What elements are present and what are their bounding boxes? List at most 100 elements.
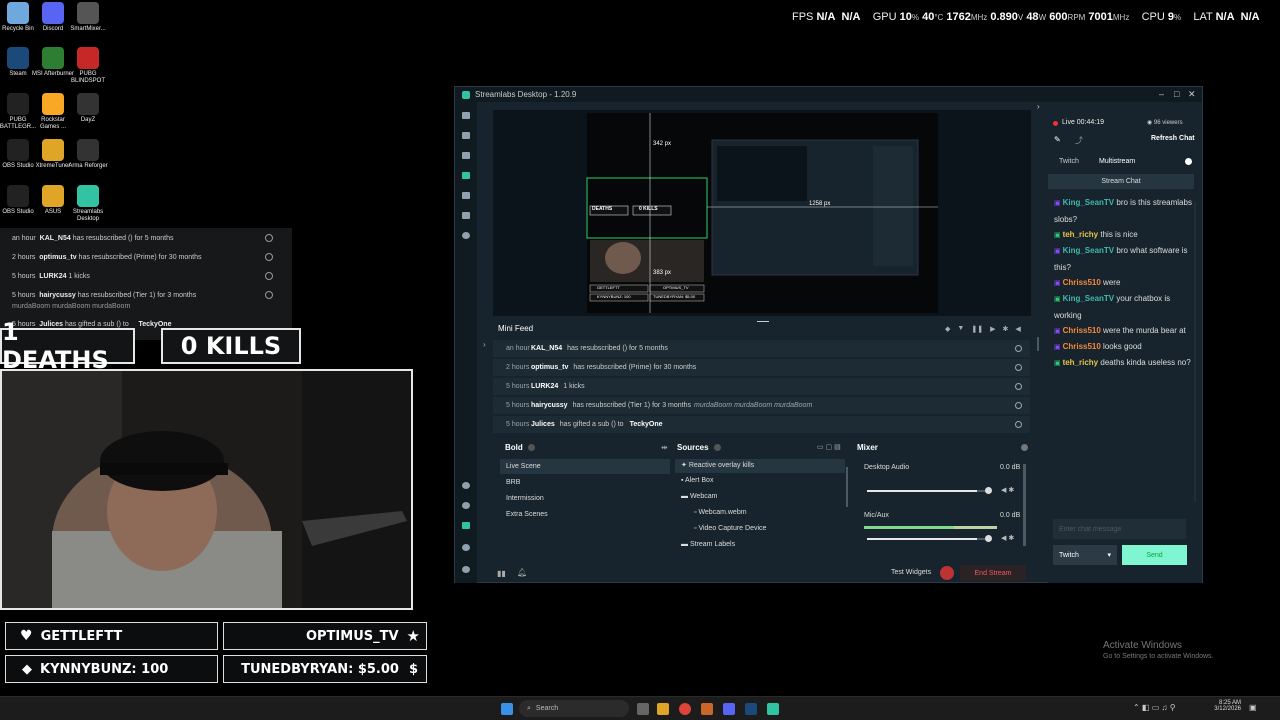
mixer-controls-icon[interactable]: ◀ ✱ xyxy=(1001,534,1014,542)
nav-settings-icon[interactable] xyxy=(462,544,470,551)
replay-icon[interactable] xyxy=(1015,402,1022,409)
volume-slider-knob[interactable] xyxy=(985,535,992,542)
source-tools-icon[interactable]: ▭ ▢ ▤ xyxy=(817,443,841,451)
replay-icon[interactable] xyxy=(1015,364,1022,371)
source-item[interactable]: ▬ Stream Labels xyxy=(681,541,735,548)
chat-username[interactable]: King_SeanTV xyxy=(1063,198,1115,207)
scene-item[interactable]: Intermission xyxy=(500,491,670,506)
sources-scrollbar[interactable] xyxy=(846,467,848,507)
source-item[interactable]: ▫ Webcam.webm xyxy=(694,509,747,516)
nav-profile-icon[interactable] xyxy=(462,566,470,573)
refresh-chat-button[interactable]: Refresh Chat xyxy=(1151,135,1195,142)
chrome-icon[interactable] xyxy=(679,703,691,715)
share-icon[interactable]: ⤴ xyxy=(1075,135,1083,146)
desktop-icon[interactable]: PUBG BLINDSPOT xyxy=(66,47,110,85)
stream-preview[interactable]: 342 px 1258 px 383 px DEATHS 0 KILLS GET… xyxy=(493,110,1031,316)
source-item[interactable]: ▪ Alert Box xyxy=(681,477,713,484)
mini-feed-row[interactable]: 5 hours hairycussy has resubscribed (Tier … xyxy=(493,397,1030,414)
edit-icon[interactable]: ✎ xyxy=(1054,135,1061,144)
mini-feed-row[interactable]: 5 hours Julices has gifted a sub () to Teck… xyxy=(493,416,1030,433)
source-item[interactable]: ▬ Webcam xyxy=(681,493,717,500)
chat-input[interactable]: Enter chat message xyxy=(1053,519,1186,539)
record-icon[interactable] xyxy=(940,566,954,580)
chevron-right-icon[interactable]: › xyxy=(1037,102,1040,111)
nav-highlighter-icon[interactable] xyxy=(462,232,470,239)
window-title: Streamlabs Desktop - 1.20.9 xyxy=(475,90,577,99)
volume-icon[interactable]: ◀ xyxy=(1015,325,1020,333)
minimize-icon[interactable]: – xyxy=(1159,89,1164,99)
chat-username[interactable]: Chriss510 xyxy=(1063,342,1101,351)
end-stream-button[interactable]: End Stream xyxy=(960,565,1026,581)
chat-username[interactable]: teh_richy xyxy=(1063,358,1099,367)
notification-bell-icon[interactable]: ▣ xyxy=(1249,703,1257,712)
scene-item[interactable]: BRB xyxy=(500,475,670,490)
app-icon[interactable] xyxy=(701,703,713,715)
chat-username[interactable]: teh_richy xyxy=(1063,230,1099,239)
nav-ultra-icon[interactable] xyxy=(462,522,470,529)
feed-scrollbar[interactable] xyxy=(1037,337,1039,351)
test-widgets-button[interactable]: Test Widgets xyxy=(891,569,931,576)
replay-icon[interactable] xyxy=(1015,383,1022,390)
nav-apps-icon[interactable] xyxy=(462,212,470,219)
discord-icon[interactable] xyxy=(723,703,735,715)
streamlabs-window[interactable]: Streamlabs Desktop - 1.20.9 – □ ✕ 342 px… xyxy=(454,86,1203,583)
volume-slider-knob[interactable] xyxy=(985,487,992,494)
maximize-icon[interactable]: □ xyxy=(1174,89,1179,99)
performance-icon[interactable]: ▮▮ xyxy=(497,569,506,578)
replay-icon[interactable] xyxy=(1015,421,1022,428)
mini-feed-row[interactable]: 5 hours LURK24 1 kicks xyxy=(493,378,1030,395)
nav-chat-icon[interactable] xyxy=(462,502,470,509)
info-icon[interactable] xyxy=(1185,158,1192,165)
chat-username[interactable]: King_SeanTV xyxy=(1063,294,1115,303)
scene-item[interactable]: Live Scene xyxy=(500,459,670,474)
clock[interactable]: 8:25 AM 3/12/2026 xyxy=(1207,700,1241,712)
scene-item[interactable]: Extra Scenes xyxy=(500,507,670,522)
steam-icon[interactable] xyxy=(745,703,757,715)
mixer-scrollbar[interactable] xyxy=(1023,464,1026,546)
taskbar-search[interactable]: ⌕ Search xyxy=(519,700,629,717)
source-item[interactable]: ▫ Video Capture Device xyxy=(694,525,766,532)
close-icon[interactable]: ✕ xyxy=(1188,89,1196,100)
chat-username[interactable]: Chriss510 xyxy=(1063,278,1101,287)
start-windows-icon[interactable] xyxy=(501,703,513,715)
system-tray-icons[interactable]: ⌃ ◧ ▭ ♫ ⚲ xyxy=(1133,703,1176,712)
pause-icon[interactable]: ❚❚ xyxy=(971,325,983,333)
add-source-icon[interactable] xyxy=(714,444,721,451)
streamlabs-icon[interactable] xyxy=(767,703,779,715)
nav-store-icon[interactable] xyxy=(462,192,470,199)
add-scene-icon[interactable] xyxy=(528,444,535,451)
resize-handle[interactable] xyxy=(757,321,769,322)
mixer-settings-icon[interactable] xyxy=(1021,444,1028,451)
tab-twitch[interactable]: Twitch xyxy=(1059,158,1079,165)
mini-feed-row[interactable]: 2 hours optimus_tv has resubscribed (Prime… xyxy=(493,359,1030,376)
send-button[interactable]: Send xyxy=(1122,545,1187,565)
nav-grid-icon[interactable] xyxy=(462,132,470,139)
desktop-icon[interactable]: Streamlabs Desktop xyxy=(66,185,110,223)
platform-select[interactable]: Twitch ▾ xyxy=(1053,545,1117,565)
filter-icon[interactable]: ▼ xyxy=(957,325,964,333)
window-titlebar[interactable]: Streamlabs Desktop - 1.20.9 – □ ✕ xyxy=(455,87,1202,102)
task-view-icon[interactable] xyxy=(637,703,649,715)
file-explorer-icon[interactable] xyxy=(657,703,669,715)
desktop-icon[interactable]: Arma Reforger xyxy=(66,139,110,170)
source-item[interactable]: ✦ Reactive overlay kills xyxy=(681,461,754,469)
chat-username[interactable]: King_SeanTV xyxy=(1063,246,1115,255)
mixer-controls-icon[interactable]: ◀ ✱ xyxy=(1001,486,1014,494)
nav-editor-icon[interactable] xyxy=(462,112,470,119)
scene-transition-icon[interactable]: ⇹ xyxy=(661,443,668,452)
nav-dashboard-icon[interactable] xyxy=(462,482,470,489)
tab-multistream[interactable]: Multistream xyxy=(1099,158,1135,165)
replay-icon[interactable] xyxy=(1015,345,1022,352)
skip-icon[interactable]: ▶ xyxy=(990,325,995,333)
desktop-icon[interactable]: DayZ xyxy=(66,93,110,124)
shield-icon[interactable]: ◆ xyxy=(945,325,950,333)
nav-layout-icon[interactable] xyxy=(462,152,470,159)
chat-scrollbar[interactable] xyxy=(1194,202,1196,502)
mini-feed-row[interactable]: an hour KAL_N54 has resubscribed () for 5 … xyxy=(493,340,1030,357)
desktop-icon[interactable]: SmartMixer... xyxy=(66,2,110,33)
nav-themes-icon[interactable] xyxy=(462,172,470,179)
notifications-icon[interactable]: 🔔︎ xyxy=(517,568,527,577)
chat-username[interactable]: Chriss510 xyxy=(1063,326,1101,335)
settings-icon[interactable]: ✱ xyxy=(1002,325,1008,333)
collapse-arrow-icon[interactable]: › xyxy=(483,340,486,349)
